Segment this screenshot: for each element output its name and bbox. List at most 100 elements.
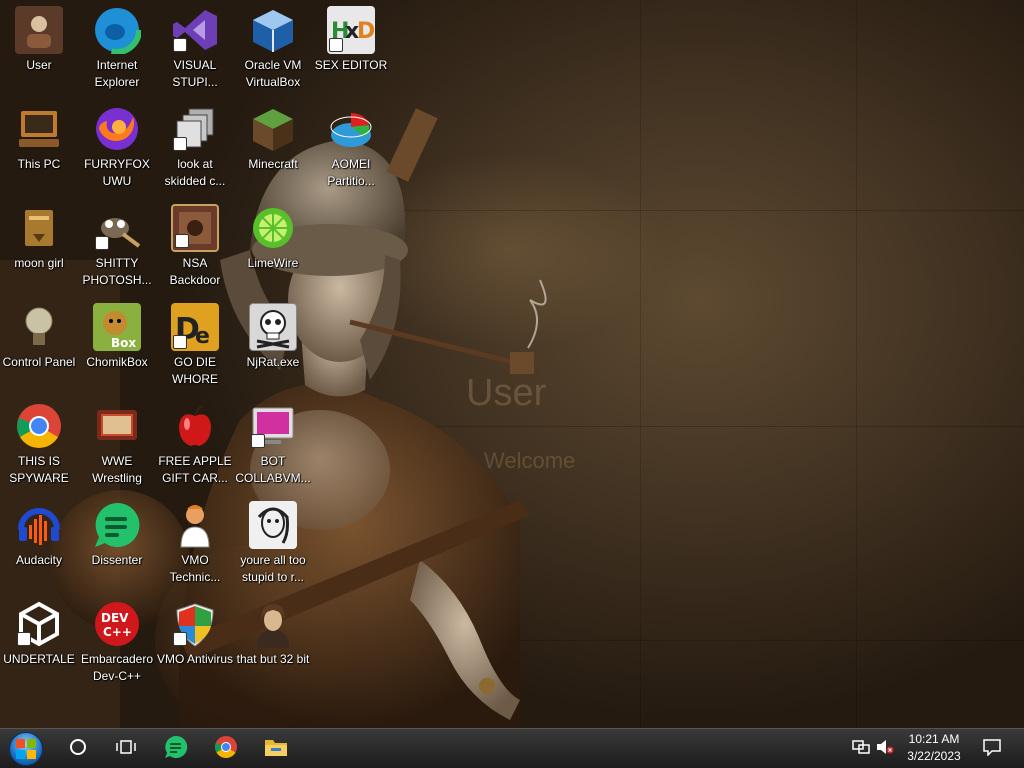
desktop-icon-this-pc[interactable]: This PC <box>0 99 78 193</box>
desktop-icon-32-bit[interactable]: that but 32 bit <box>234 594 312 688</box>
desktop-icon-user[interactable]: User <box>0 0 78 94</box>
desktop-icon-chomikbox[interactable]: Box ChomikBox <box>78 297 156 391</box>
desktop-icon-label: GO DIE WHORE <box>172 355 218 386</box>
desktop-icon-label: Audacity <box>15 553 63 567</box>
tray-network[interactable] <box>850 729 872 768</box>
desktop-icon-njrat[interactable]: NjRat.exe <box>234 297 312 391</box>
wrestling-tv-icon <box>93 402 141 450</box>
desktop-icon-label: moon girl <box>14 256 64 270</box>
desktop-icon-limewire[interactable]: LimeWire <box>234 198 312 292</box>
dissenter-icon <box>164 735 188 764</box>
desktop-icon-dissenter[interactable]: Dissenter <box>78 495 156 589</box>
edge-icon <box>93 6 141 54</box>
desktop-icon-label: ChomikBox <box>86 355 148 369</box>
folder-icon <box>15 204 63 252</box>
devcpp-icon: DEV C++ <box>93 600 141 648</box>
desktop-icon-label: Dissenter <box>91 553 143 567</box>
folder-icon <box>264 736 288 763</box>
desktop-icon-shitty-photoshop[interactable]: SHITTY PHOTOSH... <box>78 198 156 292</box>
aomei-partition-icon <box>327 105 375 153</box>
desktop-icon-undertale[interactable]: UNDERTALE <box>0 594 78 688</box>
desktop-icon-label: NjRat.exe <box>246 355 300 369</box>
desktop-icon-devcpp[interactable]: DEV C++ Embarcadero Dev-C++ <box>78 594 156 688</box>
taskbar-dissenter[interactable] <box>158 729 194 768</box>
virtualbox-icon <box>249 6 297 54</box>
svg-text:Box: Box <box>111 336 136 350</box>
die-letters-icon: De <box>171 303 219 351</box>
desktop-icon-label: SHITTY PHOTOSH... <box>82 256 152 287</box>
lightbulb-icon <box>15 303 63 351</box>
task-view-button[interactable] <box>110 729 142 768</box>
unity-icon <box>15 600 63 648</box>
start-button[interactable] <box>6 729 46 768</box>
desktop-icon-go-die[interactable]: De GO DIE WHORE <box>156 297 234 391</box>
dissenter-icon <box>93 501 141 549</box>
action-center-icon <box>983 738 1001 761</box>
desktop-icon-control-panel[interactable]: Control Panel <box>0 297 78 391</box>
firefox-icon <box>93 105 141 153</box>
desktop-icon-wwe[interactable]: WWE Wrestling <box>78 396 156 490</box>
cortana-button[interactable] <box>62 729 94 768</box>
apple-icon <box>171 402 219 450</box>
copy-pages-icon <box>171 105 219 153</box>
desktop-icon-label: Minecraft <box>248 157 298 171</box>
desktop-icon-visual-studio[interactable]: VISUAL STUPI... <box>156 0 234 94</box>
taskbar-chrome[interactable] <box>208 729 244 768</box>
svg-text:C++: C++ <box>103 625 132 639</box>
desktop-icon-label: UNDERTALE <box>3 652 75 666</box>
network-icon <box>852 739 870 760</box>
desktop-icon-spyware[interactable]: THIS IS SPYWARE <box>0 396 78 490</box>
cortana-circle-icon <box>69 738 87 761</box>
shield-icon <box>171 600 219 648</box>
desktop-icon-label: VISUAL STUPI... <box>172 58 218 89</box>
desktop-icon-sex-editor[interactable]: HxD SEX EDITOR <box>312 0 390 94</box>
skull-icon <box>249 303 297 351</box>
wallpaper-user-text: User <box>466 372 547 414</box>
desktop-icon-bot-collabvm[interactable]: BOT COLLABVM... <box>234 396 312 490</box>
tray-volume[interactable] <box>874 729 896 768</box>
task-view-icon <box>116 738 136 761</box>
visual-studio-icon <box>171 6 219 54</box>
chomikbox-icon: Box <box>93 303 141 351</box>
desktop-icon-label: SEX EDITOR <box>314 58 388 72</box>
taskbar-file-explorer[interactable] <box>258 729 294 768</box>
volume-muted-icon <box>876 739 894 760</box>
desktop-icon-virtualbox[interactable]: Oracle VM VirtualBox <box>234 0 312 94</box>
user-folder-icon <box>15 6 63 54</box>
wallpaper-welcome-text: Welcome <box>484 448 576 473</box>
desktop-icon-label: WWE Wrestling <box>92 454 142 485</box>
desktop-icon-skidded[interactable]: look at skidded c... <box>156 99 234 193</box>
chrome-icon <box>214 735 238 764</box>
desktop-icon-label: Oracle VM VirtualBox <box>244 58 302 89</box>
computer-icon <box>15 105 63 153</box>
desktop-icon-label: youre all too stupid to r... <box>240 553 306 584</box>
desktop-icon-label: VMO Antivirus <box>156 652 234 666</box>
desktop-icon-label: BOT COLLABVM... <box>235 454 311 485</box>
desktop-icon-vmo-technic[interactable]: VMO Technic... <box>156 495 234 589</box>
taskbar-clock[interactable]: 10:21 AM 3/22/2023 <box>896 731 972 765</box>
desktop-icon-label: Embarcadero Dev-C++ <box>80 652 154 683</box>
desktop-icon-moon-girl[interactable]: moon girl <box>0 198 78 292</box>
desktop-icon-label: THIS IS SPYWARE <box>9 454 69 485</box>
desktop-icon-free-apple[interactable]: FREE APPLE GIFT CAR... <box>156 396 234 490</box>
desktop-icon-too-stupid[interactable]: youre all too stupid to r... <box>234 495 312 589</box>
desktop-icon-aomei[interactable]: AOMEI Partitio... <box>312 99 390 193</box>
desktop-icon-label: User <box>26 58 52 72</box>
desktop-icon-furryfox[interactable]: FURRYFOX UWU <box>78 99 156 193</box>
desktop-icon-internet-explorer[interactable]: Internet Explorer <box>78 0 156 94</box>
windows-start-icon <box>9 732 43 766</box>
svg-text:D: D <box>357 19 375 44</box>
desktop-icon-vmo-antivirus[interactable]: VMO Antivirus <box>156 594 234 688</box>
desktop-icon-audacity[interactable]: Audacity <box>0 495 78 589</box>
portrait-painting-icon <box>249 600 297 648</box>
monitor-icon <box>249 402 297 450</box>
desktop-icon-label: Control Panel <box>2 355 76 369</box>
technician-icon <box>171 501 219 549</box>
desktop-icon-nsa-backdoor[interactable]: NSA Backdoor <box>156 198 234 292</box>
desktop-icon-label: look at skidded c... <box>164 157 226 188</box>
action-center-button[interactable] <box>978 729 1006 768</box>
chrome-icon <box>15 402 63 450</box>
desktop-icon-minecraft[interactable]: Minecraft <box>234 99 312 193</box>
limewire-icon <box>249 204 297 252</box>
clock-date: 3/22/2023 <box>907 749 961 763</box>
